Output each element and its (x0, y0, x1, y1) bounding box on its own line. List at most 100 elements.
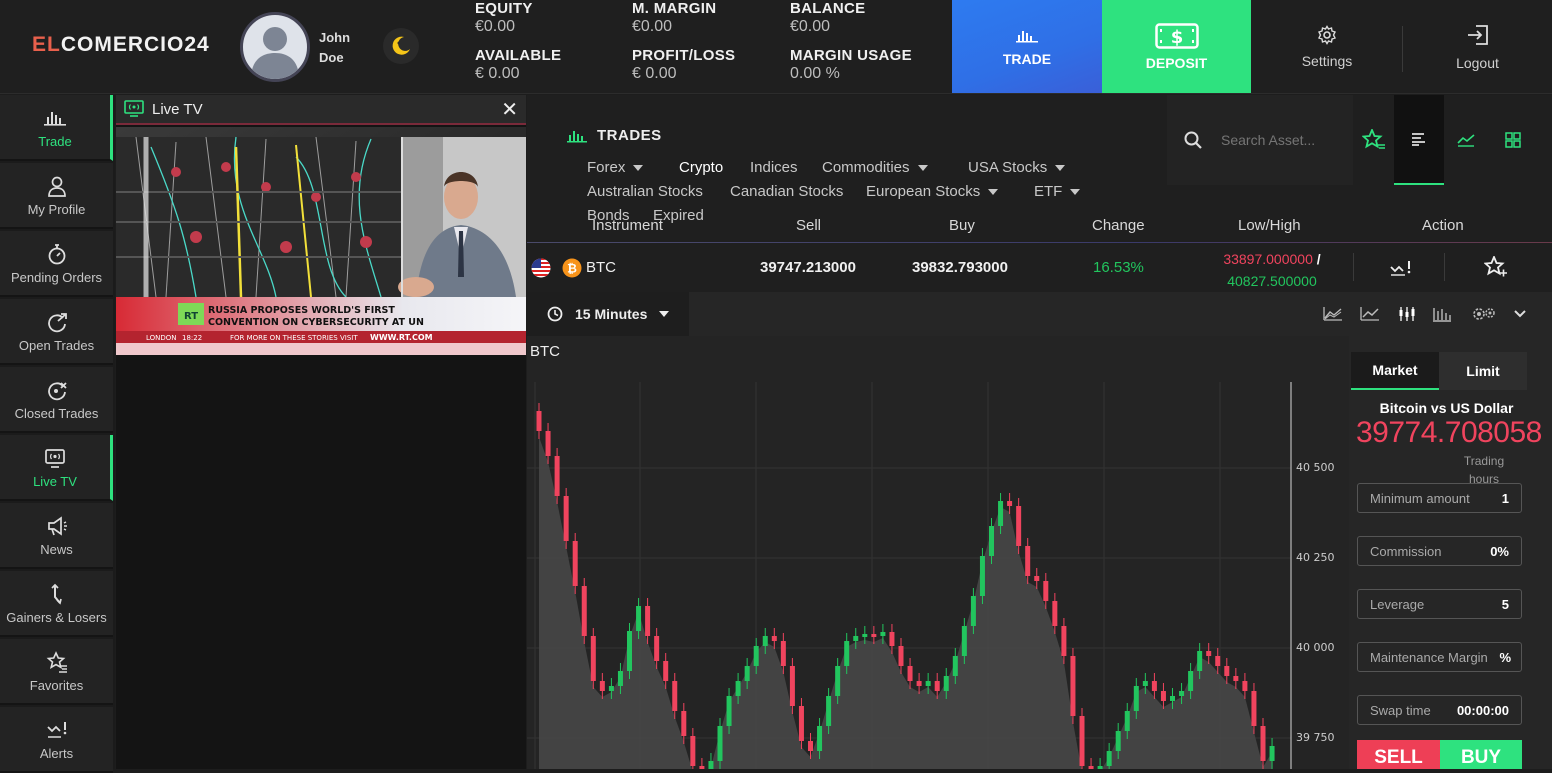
line-chart-tool[interactable] (1358, 302, 1382, 326)
list-view-button[interactable] (1394, 95, 1444, 185)
candle-body (735, 681, 741, 696)
list-icon (1412, 133, 1425, 146)
candle-body (798, 706, 804, 741)
area-chart-tool[interactable] (1321, 302, 1345, 326)
col-header-low-high[interactable]: Low/High (1238, 217, 1301, 234)
search-icon[interactable] (1183, 130, 1203, 150)
maintenance-margin-field: Maintenance Margin% (1357, 642, 1522, 672)
chevron-down-icon (988, 189, 999, 196)
col-header-sell[interactable]: Sell (796, 217, 821, 234)
price-chart[interactable]: BTC 40 500 40 250 40 000 39 750 (527, 336, 1349, 769)
candle-body (817, 726, 823, 751)
candle-body (1224, 666, 1230, 676)
leverage-field[interactable]: Leverage 5 (1357, 589, 1522, 619)
category-commodities[interactable]: Commodities (822, 159, 928, 176)
candle-body (1233, 676, 1239, 681)
theme-toggle[interactable] (383, 28, 419, 64)
chevron-down-icon (1514, 310, 1526, 318)
sidebar-item-closed-trades[interactable]: Closed Trades (0, 367, 113, 433)
candle-body (1260, 726, 1266, 761)
sidebar-item-live-tv[interactable]: Live TV (0, 435, 113, 501)
closed-trades-icon (47, 381, 67, 400)
svg-text:WWW.RT.COM: WWW.RT.COM (370, 333, 433, 342)
y-axis-tick: 40 250 (1296, 551, 1335, 564)
candle-body (1251, 691, 1257, 726)
candle-body (1106, 751, 1112, 766)
col-header-buy[interactable]: Buy (949, 217, 975, 234)
candle-body (880, 632, 886, 636)
category-australian-stocks[interactable]: Australian Stocks (587, 183, 703, 200)
settings-button[interactable]: Settings (1252, 0, 1402, 93)
candle-body (998, 501, 1004, 526)
avatar[interactable] (240, 12, 310, 82)
candle-body (717, 726, 723, 761)
category-usa-stocks[interactable]: USA Stocks (968, 159, 1066, 176)
search-input[interactable] (1221, 132, 1341, 148)
chart-toolbar: 15 Minutes (527, 292, 1552, 336)
sidebar-item-pending-orders[interactable]: Pending Orders (0, 231, 113, 297)
close-icon[interactable]: ✕ (501, 99, 518, 119)
candles-chart-tool[interactable] (1395, 302, 1419, 326)
bars-chart-tool[interactable] (1430, 302, 1454, 326)
sidebar-item-my-profile[interactable]: My Profile (0, 163, 113, 229)
candle-body (627, 631, 632, 671)
line-view-button[interactable] (1441, 95, 1491, 185)
candle-body (1025, 546, 1031, 576)
balance-stat: BALANCE €0.00 (790, 0, 866, 35)
category-forex[interactable]: Forex (587, 159, 644, 176)
category-canadian-stocks[interactable]: Canadian Stocks (730, 183, 843, 200)
candle-body (789, 666, 795, 706)
col-header-instrument[interactable]: Instrument (592, 217, 663, 234)
user-icon (47, 176, 66, 197)
sidebar-item-trade[interactable]: Trade (0, 95, 113, 161)
sell-button[interactable]: SELL (1357, 740, 1440, 769)
grid-view-button[interactable] (1488, 95, 1538, 185)
svg-text:18:22: 18:22 (182, 334, 202, 342)
row-buy: 39832.793000 (912, 259, 1008, 276)
sidebar-item-favorites[interactable]: Favorites (0, 639, 113, 705)
candle-body (708, 761, 714, 769)
category-european-stocks[interactable]: European Stocks (866, 183, 999, 200)
sidebar-item-open-trades[interactable]: Open Trades (0, 299, 113, 365)
candle-body (916, 681, 922, 686)
buy-button[interactable]: BUY (1440, 740, 1522, 769)
alert-icon[interactable] (1390, 259, 1412, 277)
candle-body (1142, 681, 1148, 686)
tab-limit[interactable]: Limit (1439, 352, 1527, 390)
arrows-icon (50, 583, 62, 605)
category-etf[interactable]: ETF (1034, 183, 1081, 200)
chart-bars-icon (567, 130, 587, 142)
candle-body (853, 636, 859, 641)
sidebar-item-news[interactable]: News (0, 503, 113, 569)
category-indices[interactable]: Indices (750, 159, 798, 176)
add-favorite-icon[interactable] (1484, 256, 1508, 278)
candle-body (1034, 576, 1040, 581)
equity-stat: EQUITY €0.00 (475, 0, 533, 35)
alert-icon (46, 721, 66, 738)
chart-expand-toggle[interactable] (1508, 302, 1532, 326)
deposit-button[interactable]: $ DEPOSIT (1102, 0, 1251, 93)
search-box (1167, 95, 1353, 185)
candle-body (934, 681, 940, 691)
chart-settings-tool[interactable] (1471, 302, 1499, 326)
category-crypto[interactable]: Crypto (679, 159, 723, 176)
minimum-amount-field[interactable]: Minimum amount 1 (1357, 483, 1522, 513)
favorites-view-button[interactable] (1349, 95, 1399, 185)
user-silhouette-icon (251, 27, 299, 79)
live-tv-video[interactable]: RT RUSSIA PROPOSES WORLD'S FIRST CONVENT… (116, 127, 526, 355)
sidebar-item-alerts[interactable]: Alerts (0, 707, 113, 773)
candle-body (590, 636, 596, 681)
trade-button[interactable]: TRADE (952, 0, 1102, 93)
brand-logo[interactable]: ELCOMERCIO24 (32, 33, 210, 57)
col-header-change[interactable]: Change (1092, 217, 1145, 234)
logout-button[interactable]: Logout (1403, 0, 1552, 93)
sidebar-item-gainers-losers[interactable]: Gainers & Losers (0, 571, 113, 637)
timeframe-dropdown[interactable]: 15 Minutes (527, 292, 689, 336)
sidebar: Trade My Profile Pending Orders Open Tra… (0, 95, 115, 773)
moon-icon (392, 36, 410, 55)
candle-body (563, 496, 569, 541)
tab-market[interactable]: Market (1351, 352, 1439, 390)
svg-text:$: $ (1170, 27, 1183, 48)
candle-body (1197, 651, 1203, 671)
candle-body (862, 634, 868, 637)
